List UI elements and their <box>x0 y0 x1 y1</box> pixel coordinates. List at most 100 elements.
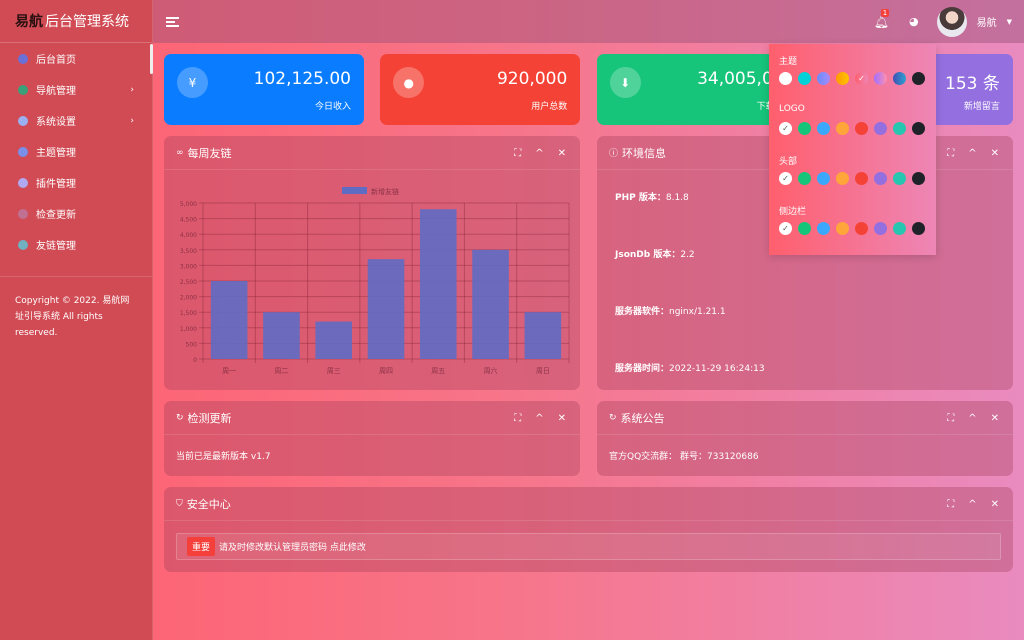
stat-label: 用户总数 <box>531 102 568 112</box>
color-swatch[interactable] <box>836 122 849 135</box>
env-value: 2.2 <box>680 250 695 260</box>
env-row: JsonDb 版本：2.2 <box>615 247 995 304</box>
env-key: 服务器时间： <box>615 364 670 374</box>
theme-dropdown: 主题 ✓ LOGO ✓ 头部 ✓ 侧边栏 ✓ <box>769 44 936 255</box>
notification-bell-icon[interactable]: 🔔︎ 1 <box>874 8 890 29</box>
avatar[interactable] <box>936 6 967 37</box>
color-swatch[interactable] <box>893 72 906 85</box>
stat-label: 新增留言 <box>963 102 1000 112</box>
collapse-icon[interactable]: ^ <box>968 148 976 159</box>
sidebar-item-1[interactable]: 导航管理 › <box>0 74 152 105</box>
color-swatch[interactable] <box>874 222 887 235</box>
env-value: nginx/1.21.1 <box>669 307 726 317</box>
sidebar-item-0[interactable]: 后台首页 <box>0 43 152 74</box>
collapse-icon[interactable]: ^ <box>535 413 543 424</box>
close-icon[interactable]: ✕ <box>558 413 566 424</box>
copyright: Copyright © 2022. 易航网址引导系统 All rights re… <box>15 296 130 338</box>
color-swatch[interactable] <box>874 122 887 135</box>
important-tag: 重要 <box>187 537 216 556</box>
x-tick-label: 周三 <box>327 367 341 375</box>
close-icon[interactable]: ✕ <box>991 499 999 510</box>
color-swatch[interactable] <box>893 222 906 235</box>
stat-value: 153 条 <box>945 74 1000 94</box>
color-swatch[interactable]: ✓ <box>779 222 792 235</box>
color-swatch[interactable] <box>798 72 811 85</box>
color-swatch[interactable] <box>798 222 811 235</box>
close-icon[interactable]: ✕ <box>558 148 566 159</box>
logo-title: 后台管理系统 <box>45 14 129 30</box>
sidebar-item-label: 检查更新 <box>36 210 76 221</box>
logo[interactable]: 易航 后台管理系统 <box>0 0 152 43</box>
panel-title: 检测更新 <box>187 411 232 425</box>
stat-card: ¥102,125.00 今日收入 <box>164 54 364 125</box>
color-swatch[interactable] <box>779 72 792 85</box>
color-swatch[interactable] <box>912 122 925 135</box>
color-swatch[interactable] <box>817 72 830 85</box>
legend-label: 新增友链 <box>371 187 399 196</box>
collapse-icon[interactable]: ^ <box>968 499 976 510</box>
x-tick-label: 周一 <box>222 367 236 375</box>
color-swatch[interactable]: ✓ <box>855 72 868 85</box>
collapse-icon[interactable]: ^ <box>535 148 543 159</box>
color-swatch[interactable] <box>893 122 906 135</box>
sidebar-item-6[interactable]: 友链管理 <box>0 229 152 260</box>
color-swatch[interactable]: ✓ <box>779 172 792 185</box>
color-swatch[interactable] <box>836 72 849 85</box>
sidebar-item-label: 插件管理 <box>36 179 76 190</box>
color-swatch[interactable] <box>817 222 830 235</box>
close-icon[interactable]: ✕ <box>991 148 999 159</box>
color-swatch[interactable] <box>912 222 925 235</box>
color-swatch[interactable] <box>874 72 887 85</box>
fullscreen-icon[interactable]: ⛶ <box>947 413 954 424</box>
env-key: JsonDb 版本： <box>615 250 681 260</box>
fullscreen-icon[interactable]: ⛶ <box>514 413 521 424</box>
color-swatch[interactable] <box>836 172 849 185</box>
color-swatch[interactable] <box>836 222 849 235</box>
color-swatch[interactable] <box>798 172 811 185</box>
sidebar-scrollbar[interactable] <box>150 44 153 74</box>
sidebar-item-label: 导航管理 <box>36 86 76 97</box>
clock-icon <box>18 208 28 219</box>
sidebar-item-label: 主题管理 <box>36 148 76 159</box>
color-swatch[interactable] <box>912 172 925 185</box>
color-swatch[interactable] <box>893 172 906 185</box>
sidebar-item-3[interactable]: 主题管理 <box>0 136 152 167</box>
sidebar-item-5[interactable]: 检查更新 <box>0 198 152 229</box>
security-alert-text[interactable]: 请及时修改默认管理员密码 点此修改 <box>219 540 366 553</box>
color-swatch[interactable]: ✓ <box>779 122 792 135</box>
color-swatch[interactable] <box>855 222 868 235</box>
color-swatch[interactable] <box>817 172 830 185</box>
fullscreen-icon[interactable]: ⛶ <box>947 499 954 510</box>
fullscreen-icon[interactable]: ⛶ <box>947 148 954 159</box>
panel-title: 安全中心 <box>186 497 231 511</box>
x-tick-label: 周日 <box>536 367 550 375</box>
color-swatch[interactable] <box>912 72 925 85</box>
fullscreen-icon[interactable]: ⛶ <box>514 148 521 159</box>
chevron-right-icon: › <box>130 84 134 95</box>
env-key: PHP 版本： <box>615 193 666 203</box>
caret-down-icon[interactable]: ▼ <box>1007 18 1012 26</box>
color-swatch[interactable] <box>874 172 887 185</box>
sidebar-item-2[interactable]: 系统设置 › <box>0 105 152 136</box>
notice-panel: ↻ 系统公告 ⛶ ^ ✕ 官方QQ交流群： 群号：733120686 <box>597 401 1013 476</box>
color-swatch[interactable] <box>855 172 868 185</box>
theme-section-title: LOGO <box>779 104 805 114</box>
bar <box>367 259 405 359</box>
close-icon[interactable]: ✕ <box>991 413 999 424</box>
palette-icon[interactable]: ◕ <box>909 15 919 28</box>
y-tick-label: 5,000 <box>180 201 197 208</box>
color-swatch[interactable] <box>855 122 868 135</box>
security-alert[interactable]: 重要 请及时修改默认管理员密码 点此修改 <box>176 533 1001 560</box>
user-icon: ● <box>393 67 425 98</box>
sidebar-item-4[interactable]: 插件管理 <box>0 167 152 198</box>
color-swatch[interactable] <box>817 122 830 135</box>
color-swatch[interactable] <box>798 122 811 135</box>
menu-toggle-icon[interactable] <box>166 16 179 27</box>
weekly-links-chart: 0 500 1,000 1,500 2,000 2,500 3,000 3,500 4,000 4… <box>180 187 570 375</box>
link-icon <box>18 239 28 250</box>
notice-text: 官方QQ交流群： 群号：733120686 <box>609 452 759 462</box>
username[interactable]: 易航 <box>977 14 997 29</box>
bar <box>263 312 300 359</box>
collapse-icon[interactable]: ^ <box>968 413 976 424</box>
theme-section-title: 侧边栏 <box>779 207 807 217</box>
